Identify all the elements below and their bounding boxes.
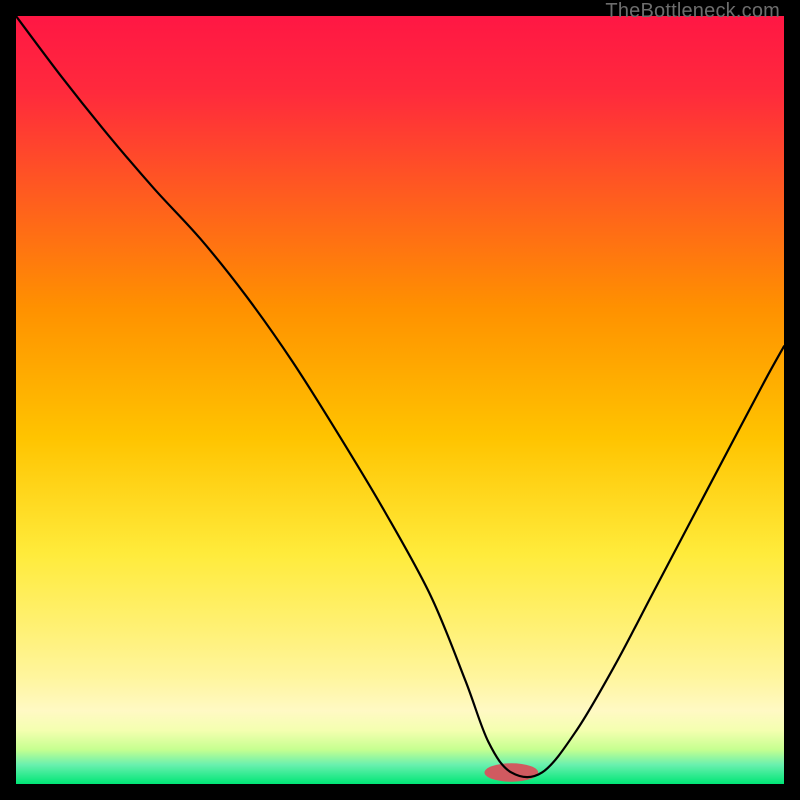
bottleneck-chart	[16, 16, 784, 784]
watermark-label: TheBottleneck.com	[605, 0, 780, 23]
chart-frame: TheBottleneck.com	[0, 0, 800, 800]
gradient-background	[16, 16, 784, 784]
